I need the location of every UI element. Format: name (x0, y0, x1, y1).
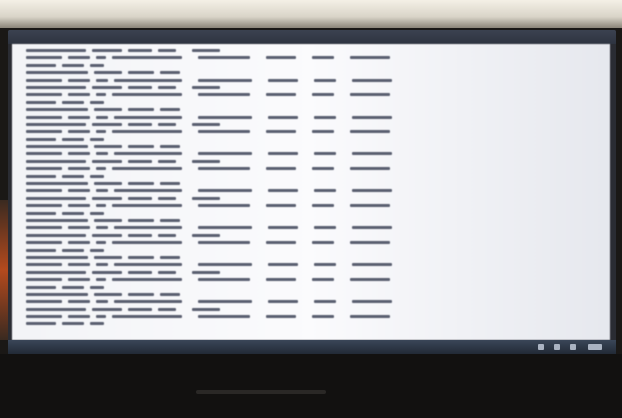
editor-line (26, 63, 602, 70)
taskbar (8, 340, 616, 354)
monitor-bezel-top (0, 0, 622, 28)
editor-line (26, 218, 602, 225)
network-icon[interactable] (538, 344, 544, 350)
editor-line (26, 55, 602, 62)
editor-line (26, 48, 602, 55)
editor-line (26, 225, 602, 232)
monitor-stand (196, 390, 326, 394)
editor-line (26, 92, 602, 99)
editor-line (26, 233, 602, 240)
editor-line (26, 85, 602, 92)
window-titlebar (8, 30, 616, 44)
editor-line (26, 321, 602, 328)
editor-line (26, 211, 602, 218)
monitor-screen (8, 30, 616, 352)
editor-line (26, 188, 602, 195)
editor-line (26, 137, 602, 144)
editor-line (26, 277, 602, 284)
editor-line (26, 78, 602, 85)
editor-line (26, 181, 602, 188)
editor-line (26, 292, 602, 299)
editor-line (26, 100, 602, 107)
editor-line (26, 240, 602, 247)
editor-line (26, 196, 602, 203)
monitor-bezel-bottom (0, 354, 622, 418)
editor-line (26, 307, 602, 314)
editor-line (26, 129, 602, 136)
volume-icon[interactable] (554, 344, 560, 350)
clock-icon[interactable] (588, 344, 602, 350)
editor-line (26, 248, 602, 255)
editor-line (26, 314, 602, 321)
editor-line (26, 70, 602, 77)
background-light (0, 200, 8, 340)
editor-lines (26, 48, 602, 329)
battery-icon[interactable] (570, 344, 576, 350)
editor-line (26, 299, 602, 306)
editor-line (26, 151, 602, 158)
editor-line (26, 270, 602, 277)
text-editor-area[interactable] (12, 44, 610, 340)
editor-line (26, 203, 602, 210)
editor-line (26, 285, 602, 292)
editor-line (26, 122, 602, 129)
editor-line (26, 255, 602, 262)
editor-line (26, 159, 602, 166)
editor-line (26, 107, 602, 114)
editor-line (26, 115, 602, 122)
editor-line (26, 144, 602, 151)
editor-line (26, 166, 602, 173)
editor-line (26, 262, 602, 269)
editor-line (26, 174, 602, 181)
